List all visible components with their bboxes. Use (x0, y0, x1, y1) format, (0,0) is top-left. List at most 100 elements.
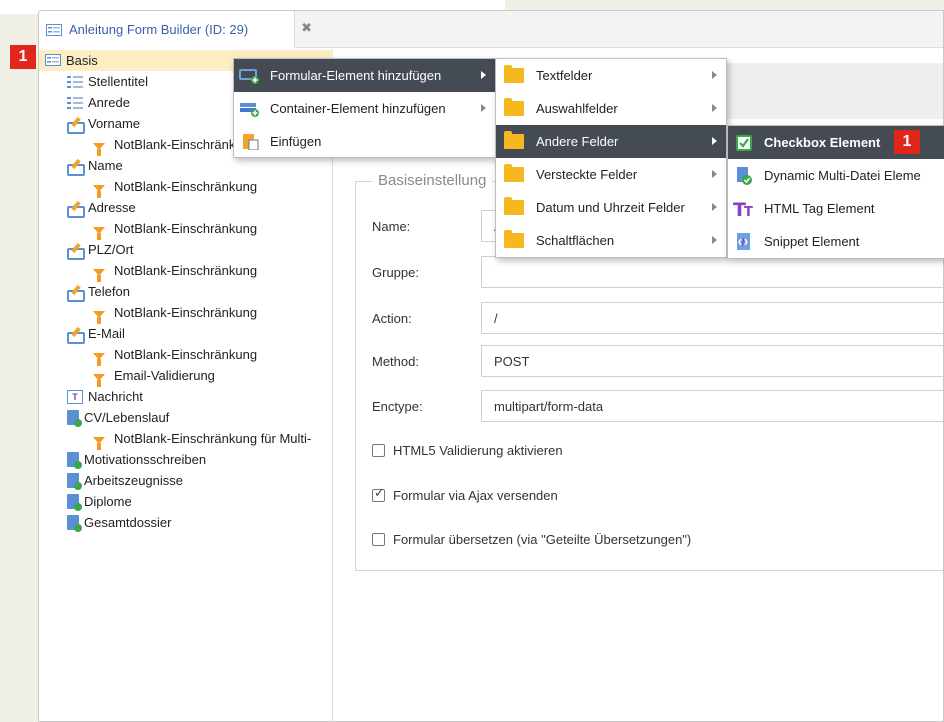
group-row: Gruppe: (372, 256, 943, 288)
tree-item-label: NotBlank-Einschränkung (114, 179, 258, 194)
menu-item-label: Andere Felder (536, 134, 619, 149)
tree-item[interactable]: Gesamtdossier (67, 512, 171, 533)
filter-icon (93, 269, 105, 282)
add-container-icon (239, 101, 261, 117)
method-label: Method: (372, 353, 419, 369)
tree-item[interactable]: Vorname (67, 113, 140, 134)
menu-item-dynamic-multi-file[interactable]: Dynamic Multi-Datei Eleme (728, 159, 944, 192)
menu-item-selection-fields[interactable]: Auswahlfelder (496, 92, 726, 125)
menu-item-add-container-element[interactable]: Container-Element hinzufügen (234, 92, 495, 125)
tab-bar: Anleitung Form Builder (ID: 29) ✖ (39, 11, 943, 48)
menu-item-date-time-fields[interactable]: Datum und Uhrzeit Felder (496, 191, 726, 224)
textarea-icon: T (67, 389, 83, 404)
tree-item-label: Name (88, 158, 123, 173)
menu-item-paste[interactable]: Einfügen (234, 125, 495, 158)
translate-checkbox[interactable] (372, 532, 385, 546)
method-select[interactable]: POST (481, 345, 943, 377)
action-input[interactable]: / (481, 302, 943, 334)
edit-field-icon (67, 243, 85, 260)
tree-item-label: Adresse (88, 200, 136, 215)
step-badge: 1 (10, 45, 36, 69)
tree-item-label: Gesamtdossier (84, 515, 172, 530)
file-upload-icon (67, 452, 82, 469)
edit-field-icon (67, 285, 85, 302)
tree-item[interactable]: NotBlank-Einschränkung (93, 344, 257, 366)
menu-item-label: Datum und Uhrzeit Felder (536, 200, 685, 215)
edit-field-icon (67, 159, 85, 176)
tree-item-label: Stellentitel (88, 74, 148, 89)
tree-item[interactable]: NotBlank-Einschränkung (93, 176, 258, 198)
menu-item-snippet-element[interactable]: Snippet Element (728, 225, 944, 258)
folder-icon (504, 197, 524, 215)
tree-item[interactable]: NotBlank-Einschränkung für Multi- (93, 428, 311, 450)
submenu-arrow-icon (712, 236, 717, 244)
menu-item-buttons[interactable]: Schaltflächen (496, 224, 726, 257)
menu-item-label: Schaltflächen (536, 233, 615, 248)
tab-form-builder[interactable]: Anleitung Form Builder (ID: 29) ✖ (39, 11, 312, 48)
folder-icon (504, 230, 524, 248)
filter-icon (93, 227, 105, 240)
tree-item[interactable]: Adresse (67, 197, 136, 218)
ajax-submit-option[interactable]: Formular via Ajax versenden (372, 485, 558, 505)
tree-item[interactable]: Motivationsschreiben (67, 449, 206, 470)
tree-item[interactable]: NotBlank-Einschränkung (93, 218, 257, 240)
tree-item-label: NotBlank-Einschränkung (114, 263, 258, 278)
tree-item[interactable]: Stellentitel (67, 71, 148, 92)
menu-item-html-tag-element[interactable]: T T HTML Tag Element (728, 192, 944, 225)
tree-item[interactable]: E-Mail (67, 323, 125, 344)
tree-item-label: NotBlank-Einschränkung (114, 305, 258, 320)
enctype-row: Enctype: multipart/form-data (372, 390, 943, 422)
tree-item[interactable]: Telefon (67, 281, 130, 302)
name-label: Name: (372, 218, 411, 234)
submenu-arrow-icon (712, 137, 717, 145)
html5-validation-option[interactable]: HTML5 Validierung aktivieren (372, 440, 563, 460)
menu-item-add-form-element[interactable]: Formular-Element hinzufügen (234, 59, 495, 92)
menu-item-label: Textfelder (536, 68, 593, 83)
field-category-submenu: Textfelder Auswahlfelder Andere Felder V… (495, 58, 727, 258)
tree-item[interactable]: Email-Validierung (93, 365, 215, 387)
tree-item[interactable]: Arbeitszeugnisse (67, 470, 183, 491)
tree-item[interactable]: Anrede (67, 92, 130, 113)
tab-title: Anleitung Form Builder (ID: 29) (69, 22, 249, 37)
submenu-arrow-icon (481, 71, 486, 79)
close-tab-icon[interactable]: ✖ (301, 20, 312, 36)
tree-item[interactable]: PLZ/Ort (67, 239, 134, 260)
tree-item[interactable]: Diplome (67, 491, 132, 512)
action-label: Action: (372, 310, 412, 326)
action-row: Action: / (372, 302, 943, 334)
tree-item[interactable]: T Nachricht (67, 386, 143, 407)
menu-item-label: HTML Tag Element (764, 201, 875, 216)
tree-item[interactable]: NotBlank-Einschränkung (93, 260, 258, 282)
ajax-submit-label: Formular via Ajax versenden (393, 487, 558, 503)
paste-icon (239, 133, 261, 150)
method-row: Method: POST (372, 345, 943, 377)
file-upload-icon (67, 494, 82, 511)
submenu-arrow-icon (712, 203, 717, 211)
tree-item-label: Diplome (84, 494, 132, 509)
tree-item[interactable]: NotBlank-Einschränkung (93, 302, 258, 324)
menu-item-hidden-fields[interactable]: Versteckte Felder (496, 158, 726, 191)
html5-validation-checkbox[interactable] (372, 443, 385, 457)
menu-item-label: Einfügen (270, 134, 322, 149)
menu-item-other-fields[interactable]: Andere Felder (496, 125, 726, 158)
tree-item-label: Email-Validierung (114, 368, 215, 383)
ajax-submit-checkbox[interactable] (372, 486, 385, 502)
text-type-icon: T T (733, 200, 753, 218)
submenu-arrow-icon (712, 170, 717, 178)
html5-validation-label: HTML5 Validierung aktivieren (393, 442, 563, 458)
tree-item-label: Arbeitszeugnisse (84, 473, 183, 488)
folder-icon (504, 65, 524, 83)
filter-icon (93, 374, 105, 387)
upload-file-icon (737, 166, 752, 185)
folder-icon (504, 131, 524, 149)
checkbox-icon (736, 134, 752, 151)
translate-option[interactable]: Formular übersetzen (via "Geteilte Übers… (372, 529, 691, 549)
tree-root-label: Basis (66, 53, 98, 68)
fieldset-legend: Basiseinstellung (372, 172, 493, 189)
group-input[interactable] (481, 256, 943, 288)
menu-item-text-fields[interactable]: Textfelder (496, 59, 726, 92)
tree-item-label: Vorname (88, 116, 141, 131)
tree-item[interactable]: Name (67, 155, 123, 176)
tree-item[interactable]: CV/Lebenslauf (67, 407, 169, 428)
enctype-select[interactable]: multipart/form-data (481, 390, 943, 422)
